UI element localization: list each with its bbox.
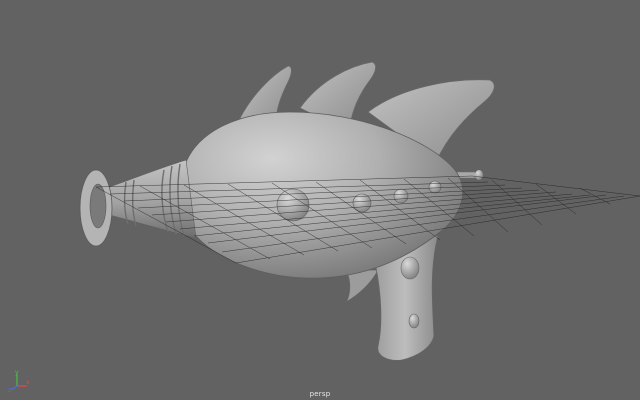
muzzle-opening <box>89 183 107 229</box>
handle-knob-upper <box>400 256 420 280</box>
axis-gizmo: y x z <box>8 370 30 392</box>
axis-x-label: x <box>26 379 30 386</box>
nozzle-cone <box>105 159 197 239</box>
raygun-model-scene[interactable] <box>0 0 640 400</box>
rear-antenna-tip <box>475 170 483 180</box>
body-sphere-small <box>393 188 409 204</box>
body-sphere-tiny <box>428 180 442 194</box>
3d-viewport[interactable]: y x z persp <box>0 0 640 400</box>
axis-y-label: y <box>15 370 19 376</box>
handle-knob-lower <box>408 313 420 329</box>
camera-name-label: persp <box>309 390 331 398</box>
